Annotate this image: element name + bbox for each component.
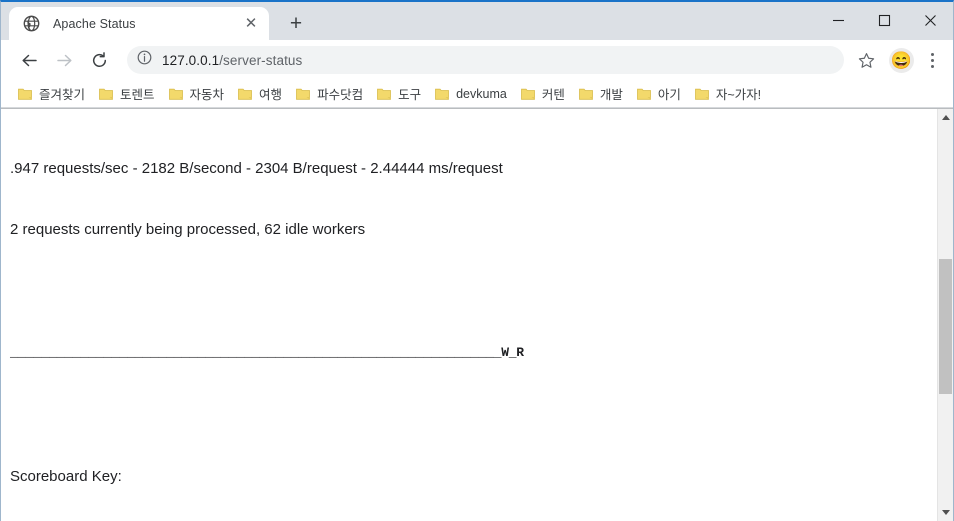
folder-icon bbox=[578, 88, 593, 100]
tab-strip-left-padding bbox=[1, 2, 9, 40]
folder-icon bbox=[435, 88, 449, 100]
globe-icon bbox=[23, 15, 40, 32]
menu-dot bbox=[930, 52, 934, 56]
scoreboard-active: _W_R bbox=[493, 345, 524, 360]
browser-window: Apache Status ✕ + 127.0.0.1/server-statu… bbox=[0, 0, 954, 521]
scroll-up-arrow[interactable] bbox=[938, 109, 953, 126]
bookmark-item[interactable]: 도구 bbox=[370, 83, 428, 105]
folder-icon bbox=[636, 88, 651, 100]
tab-strip: Apache Status ✕ + bbox=[1, 2, 953, 40]
reload-button[interactable] bbox=[84, 45, 114, 75]
bookmark-label: 자동차 bbox=[189, 88, 225, 102]
scoreboard-key-title: Scoreboard Key: bbox=[10, 468, 122, 485]
bookmark-label: 토렌트 bbox=[120, 88, 155, 102]
bookmark-label: 아기 bbox=[657, 88, 681, 102]
folder-icon bbox=[296, 88, 310, 100]
bookmark-label: 자~가자! bbox=[715, 88, 762, 102]
bookmark-item[interactable]: 커텐 bbox=[514, 83, 572, 105]
new-tab-button[interactable]: + bbox=[282, 9, 310, 37]
url-text: 127.0.0.1/server-status bbox=[162, 53, 302, 68]
folder-icon bbox=[520, 88, 535, 100]
bookmarks-bar: 즐겨찾기 토렌트 자동차 여행 파수닷컴 도구 devkuma 커텐 개발 아기 자~가자! bbox=[1, 80, 953, 108]
three-dot-menu-icon[interactable] bbox=[919, 46, 945, 74]
bookmark-item[interactable]: 여행 bbox=[231, 83, 289, 105]
scroll-down-arrow[interactable] bbox=[938, 504, 953, 521]
folder-icon bbox=[168, 88, 183, 100]
folder-icon bbox=[694, 88, 709, 100]
scrollbar-thumb[interactable] bbox=[939, 259, 952, 394]
bookmark-item[interactable]: 파수닷컴 bbox=[289, 83, 370, 105]
bookmark-item[interactable]: 자동차 bbox=[162, 83, 232, 105]
bookmark-label: 커텐 bbox=[541, 88, 565, 102]
forward-button[interactable] bbox=[49, 45, 79, 75]
close-button[interactable] bbox=[907, 3, 953, 37]
close-tab-icon[interactable]: ✕ bbox=[241, 14, 261, 34]
bookmark-item[interactable]: 개발 bbox=[572, 83, 630, 105]
url-host: 127.0.0.1 bbox=[162, 52, 220, 68]
page-viewport: .947 requests/sec - 2182 B/second - 2304… bbox=[1, 108, 953, 521]
vertical-scrollbar[interactable] bbox=[937, 109, 953, 521]
apache-server-status-page: .947 requests/sec - 2182 B/second - 2304… bbox=[1, 109, 939, 521]
bookmark-label: 개발 bbox=[599, 88, 623, 102]
menu-dot bbox=[930, 58, 934, 62]
folder-icon bbox=[377, 88, 391, 100]
url-path: /server-status bbox=[219, 52, 303, 68]
folder-icon bbox=[18, 88, 32, 100]
bookmark-item[interactable]: devkuma bbox=[428, 83, 514, 105]
address-bar[interactable]: 127.0.0.1/server-status bbox=[127, 46, 844, 74]
bookmark-label: 도구 bbox=[398, 88, 422, 102]
bookmark-label: 즐겨찾기 bbox=[39, 88, 86, 102]
tab-title: Apache Status bbox=[53, 16, 136, 31]
minimize-button[interactable] bbox=[815, 3, 861, 37]
menu-dot bbox=[930, 64, 934, 68]
bookmark-label: devkuma bbox=[456, 86, 507, 101]
browser-toolbar: 127.0.0.1/server-status 😄 bbox=[1, 40, 953, 80]
folder-icon bbox=[99, 88, 113, 100]
bookmark-item[interactable]: 즐겨찾기 bbox=[11, 83, 92, 105]
maximize-button[interactable] bbox=[861, 3, 907, 37]
summary-line-workers: 2 requests currently being processed, 62… bbox=[10, 221, 366, 238]
server-status-content: .947 requests/sec - 2182 B/second - 2304… bbox=[10, 109, 939, 521]
bookmark-item[interactable]: 토렌트 bbox=[92, 83, 162, 105]
bookmark-item[interactable]: 자~가자! bbox=[688, 83, 768, 105]
scoreboard: ________________________________________… bbox=[10, 343, 939, 365]
folder-icon bbox=[238, 88, 252, 100]
bookmark-label: 파수닷컴 bbox=[317, 88, 364, 102]
scoreboard-idle: ________________________________________… bbox=[10, 346, 494, 361]
summary-line-rate: .947 requests/sec - 2182 B/second - 2304… bbox=[10, 159, 503, 177]
info-circle-icon[interactable] bbox=[137, 50, 152, 70]
bookmark-label: 여행 bbox=[259, 88, 283, 102]
profile-avatar[interactable]: 😄 bbox=[889, 47, 914, 73]
bookmark-item[interactable]: 아기 bbox=[630, 83, 688, 105]
back-button[interactable] bbox=[14, 45, 44, 75]
browser-tab-apache-status[interactable]: Apache Status ✕ bbox=[9, 7, 269, 40]
bookmark-star-icon[interactable] bbox=[852, 46, 880, 74]
window-controls bbox=[815, 2, 953, 38]
